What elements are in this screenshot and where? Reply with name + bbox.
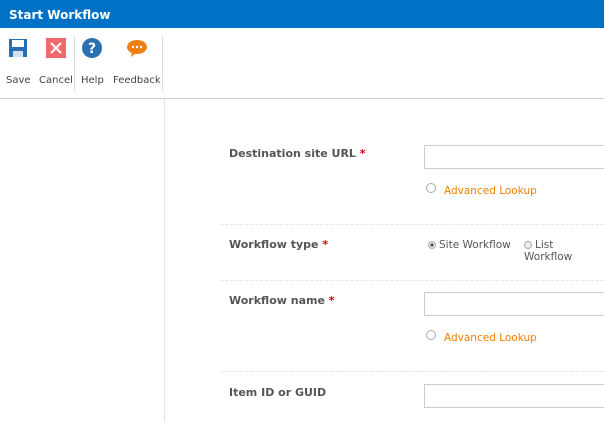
site-workflow-radio[interactable]: Site Workflow xyxy=(428,239,511,251)
help-label: Help xyxy=(81,75,104,86)
panel-divider xyxy=(164,99,165,422)
advanced-lookup-link[interactable]: Advanced Lookup xyxy=(426,330,537,344)
save-label: Save xyxy=(6,75,31,86)
feedback-label: Feedback xyxy=(113,75,161,86)
toolbar-divider xyxy=(74,36,75,91)
destination-label: Destination site URL * xyxy=(229,147,366,160)
toolbar: Save Cancel ? Help Feedback xyxy=(0,28,604,99)
svg-text:?: ? xyxy=(88,41,96,57)
feedback-icon xyxy=(126,40,147,57)
item-id-input[interactable] xyxy=(424,384,604,408)
lookup-icon xyxy=(426,330,436,340)
separator xyxy=(220,224,604,225)
feedback-button[interactable]: Feedback xyxy=(113,38,161,86)
workflow-type-label: Workflow type * xyxy=(229,238,329,251)
destination-site-url-input[interactable] xyxy=(424,145,604,169)
lookup-icon xyxy=(426,183,436,193)
workflow-name-input[interactable] xyxy=(424,292,604,316)
cancel-label: Cancel xyxy=(39,75,73,86)
help-button[interactable]: ? Help xyxy=(81,38,104,86)
advanced-lookup-link[interactable]: Advanced Lookup xyxy=(426,183,537,197)
separator xyxy=(220,371,604,372)
workflow-name-label: Workflow name * xyxy=(229,294,335,307)
list-workflow-radio[interactable]: List Workflow xyxy=(524,239,604,263)
toolbar-divider xyxy=(162,36,163,91)
help-icon: ? xyxy=(82,38,103,58)
window-title: Start Workflow xyxy=(0,0,604,28)
save-icon xyxy=(9,39,28,57)
save-button[interactable]: Save xyxy=(6,38,31,86)
cancel-button[interactable]: Cancel xyxy=(39,38,73,86)
item-id-label: Item ID or GUID xyxy=(229,386,327,399)
separator xyxy=(220,280,604,281)
close-icon xyxy=(45,38,66,58)
